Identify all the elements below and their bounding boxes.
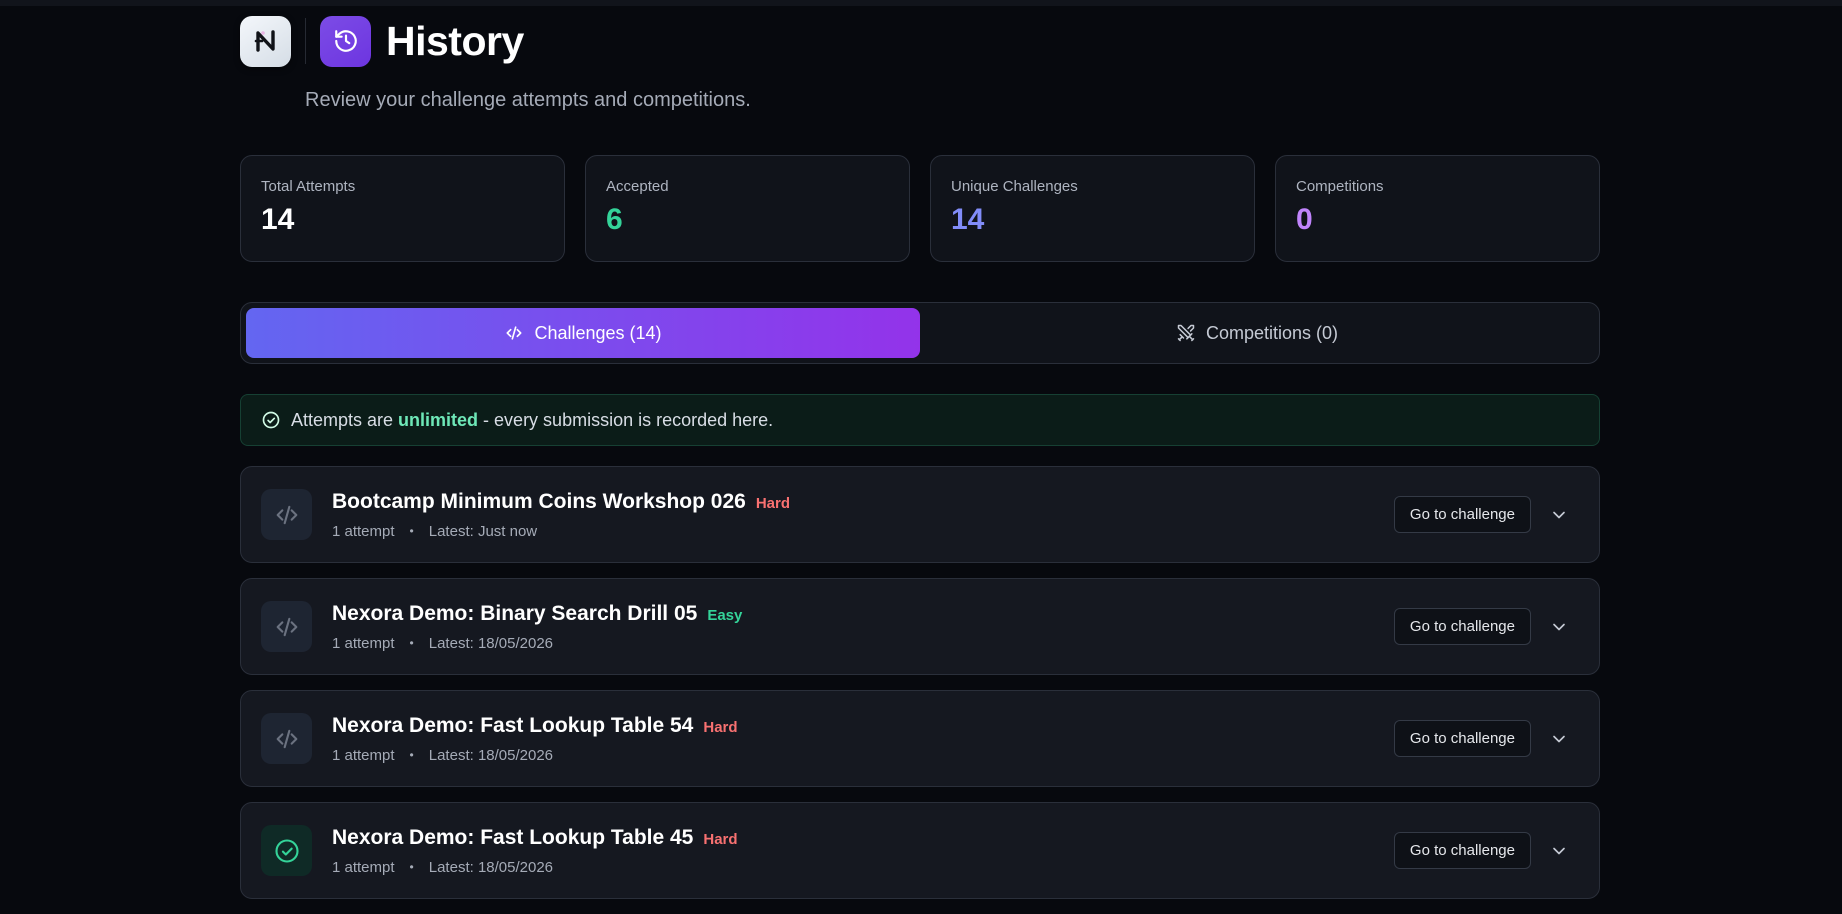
chevron-down-icon[interactable] bbox=[1539, 831, 1579, 871]
difficulty-badge: Hard bbox=[755, 494, 791, 512]
check-circle-icon bbox=[262, 411, 280, 429]
difficulty-badge: Hard bbox=[703, 718, 738, 736]
go-to-challenge-button[interactable]: Go to challenge bbox=[1393, 720, 1531, 757]
swords-icon bbox=[1177, 324, 1195, 342]
stat-card-unique-challenges: Unique Challenges 14 bbox=[930, 155, 1255, 262]
latest-attempt: Latest: Just now bbox=[428, 522, 538, 540]
stat-label: Accepted bbox=[606, 178, 669, 195]
stat-card-competitions: Competitions 0 bbox=[1275, 155, 1600, 262]
code-icon bbox=[506, 326, 522, 340]
stat-label: Total Attempts bbox=[261, 178, 356, 195]
stat-label: Competitions bbox=[1296, 178, 1384, 195]
latest-attempt: Latest: 18/05/2026 bbox=[428, 858, 554, 876]
chevron-down-icon[interactable] bbox=[1539, 719, 1579, 759]
challenge-title: Nexora Demo: Fast Lookup Table 45 bbox=[332, 825, 694, 849]
notice-highlight: unlimited bbox=[398, 409, 479, 430]
difficulty-badge: Hard bbox=[703, 830, 738, 848]
top-bar bbox=[0, 0, 1842, 6]
item-meta: 1 attempt • Latest: 18/05/2026 bbox=[332, 747, 1394, 764]
item-title-row: Bootcamp Minimum Coins Workshop 026 Hard bbox=[332, 490, 1394, 514]
page-header: History bbox=[240, 14, 524, 68]
item-title-row: Nexora Demo: Binary Search Drill 05 Easy bbox=[332, 602, 1394, 626]
header-divider bbox=[305, 18, 306, 64]
stat-value: 14 bbox=[951, 203, 985, 236]
stat-card-total-attempts: Total Attempts 14 bbox=[240, 155, 565, 262]
page-subtitle: Review your challenge attempts and compe… bbox=[305, 89, 751, 111]
history-tabs: Challenges (14) Competitions (0) bbox=[240, 302, 1600, 364]
nexora-logo[interactable] bbox=[240, 15, 291, 67]
history-icon bbox=[320, 15, 371, 67]
stat-value: 6 bbox=[606, 203, 623, 236]
list-item[interactable]: Nexora Demo: Fast Lookup Table 54 Hard 1… bbox=[240, 690, 1600, 787]
item-meta: 1 attempt • Latest: 18/05/2026 bbox=[332, 859, 1394, 876]
challenge-title: Bootcamp Minimum Coins Workshop 026 bbox=[332, 489, 746, 513]
stats-row: Total Attempts 14 Accepted 6 Unique Chal… bbox=[240, 155, 1600, 262]
unlimited-attempts-notice: Attempts are unlimited - every submissio… bbox=[240, 394, 1600, 446]
stat-value: 0 bbox=[1296, 203, 1313, 236]
latest-attempt: Latest: 18/05/2026 bbox=[428, 746, 554, 764]
stat-value: 14 bbox=[261, 203, 295, 236]
challenge-title: Nexora Demo: Binary Search Drill 05 bbox=[332, 601, 698, 625]
chevron-down-icon[interactable] bbox=[1539, 495, 1579, 535]
item-meta: 1 attempt • Latest: 18/05/2026 bbox=[332, 635, 1394, 652]
list-item[interactable]: Nexora Demo: Fast Lookup Table 45 Hard 1… bbox=[240, 802, 1600, 899]
code-icon bbox=[261, 601, 312, 652]
go-to-challenge-button[interactable]: Go to challenge bbox=[1393, 832, 1531, 869]
challenge-title: Nexora Demo: Fast Lookup Table 54 bbox=[332, 713, 694, 737]
attempt-count: 1 attempt bbox=[332, 746, 395, 764]
attempt-count: 1 attempt bbox=[332, 858, 395, 876]
check-circle-icon bbox=[261, 825, 312, 876]
notice-prefix: Attempts are bbox=[291, 409, 399, 430]
code-icon bbox=[261, 489, 312, 540]
meta-separator: • bbox=[409, 860, 414, 874]
go-to-challenge-button[interactable]: Go to challenge bbox=[1393, 608, 1531, 645]
meta-separator: • bbox=[409, 524, 414, 538]
list-item[interactable]: Nexora Demo: Binary Search Drill 05 Easy… bbox=[240, 578, 1600, 675]
logo-n-icon bbox=[254, 30, 275, 52]
tab-label: Challenges (14) bbox=[534, 322, 662, 343]
notice-suffix: - every submission is recorded here. bbox=[478, 409, 774, 430]
page-title: History bbox=[386, 17, 524, 64]
challenge-history-list: Bootcamp Minimum Coins Workshop 026 Hard… bbox=[240, 466, 1600, 914]
item-text: Nexora Demo: Fast Lookup Table 54 Hard 1… bbox=[332, 714, 1394, 764]
tab-challenges[interactable]: Challenges (14) bbox=[246, 308, 920, 358]
meta-separator: • bbox=[409, 636, 414, 650]
stat-label: Unique Challenges bbox=[951, 178, 1078, 195]
attempt-count: 1 attempt bbox=[332, 522, 395, 540]
meta-separator: • bbox=[409, 748, 414, 762]
item-meta: 1 attempt • Latest: Just now bbox=[332, 523, 1394, 540]
go-to-challenge-button[interactable]: Go to challenge bbox=[1393, 496, 1531, 533]
item-title-row: Nexora Demo: Fast Lookup Table 54 Hard bbox=[332, 714, 1394, 738]
latest-attempt: Latest: 18/05/2026 bbox=[428, 634, 554, 652]
attempt-count: 1 attempt bbox=[332, 634, 395, 652]
item-text: Nexora Demo: Fast Lookup Table 45 Hard 1… bbox=[332, 826, 1394, 876]
code-icon bbox=[261, 713, 312, 764]
list-item[interactable]: Bootcamp Minimum Coins Workshop 026 Hard… bbox=[240, 466, 1600, 563]
difficulty-badge: Easy bbox=[707, 606, 743, 624]
item-text: Bootcamp Minimum Coins Workshop 026 Hard… bbox=[332, 490, 1394, 540]
tab-label: Competitions (0) bbox=[1205, 322, 1339, 343]
item-text: Nexora Demo: Binary Search Drill 05 Easy… bbox=[332, 602, 1394, 652]
item-title-row: Nexora Demo: Fast Lookup Table 45 Hard bbox=[332, 826, 1394, 850]
tab-competitions[interactable]: Competitions (0) bbox=[920, 308, 1594, 358]
stat-card-accepted: Accepted 6 bbox=[585, 155, 910, 262]
chevron-down-icon[interactable] bbox=[1539, 607, 1579, 647]
